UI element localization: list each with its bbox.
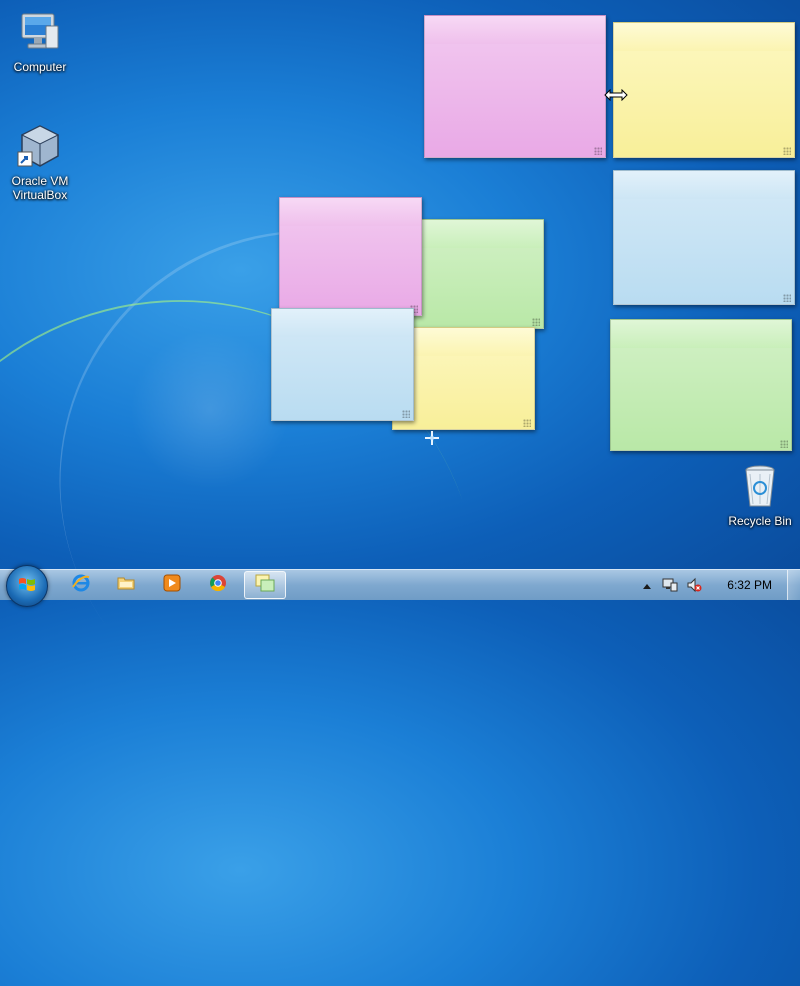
resize-grip-icon[interactable] [402, 410, 410, 418]
internet-explorer-icon [71, 573, 91, 598]
start-button[interactable] [6, 565, 48, 607]
resize-grip-icon[interactable] [523, 419, 531, 427]
move-cursor-icon [424, 430, 440, 446]
sticky-notes-icon [254, 573, 276, 598]
resize-grip-icon[interactable] [780, 440, 788, 448]
sticky-note-pink[interactable] [279, 197, 422, 316]
taskbar-media-player[interactable] [153, 571, 191, 599]
taskbar-windows-explorer[interactable] [107, 571, 145, 599]
resize-grip-icon[interactable] [532, 318, 540, 326]
chrome-icon [208, 573, 228, 598]
sticky-note-blue[interactable] [271, 308, 414, 421]
sticky-note-title-bar[interactable] [611, 320, 791, 348]
desktop-icon-virtualbox[interactable]: Oracle VM VirtualBox [0, 122, 80, 202]
desktop-icon-label: Oracle VM VirtualBox [11, 174, 69, 202]
resize-grip-icon[interactable] [783, 294, 791, 302]
desktop-icon-label: Recycle Bin [728, 514, 792, 528]
show-hidden-icons-arrow[interactable] [642, 579, 652, 593]
media-player-icon [162, 573, 182, 598]
folder-icon [116, 573, 136, 598]
sticky-note-green[interactable] [610, 319, 792, 451]
recycle-bin-icon [736, 462, 784, 510]
taskbar-internet-explorer[interactable] [62, 571, 100, 599]
sticky-note-pink[interactable] [424, 15, 606, 158]
sticky-note-title-bar[interactable] [393, 328, 534, 356]
taskbar-sticky-notes[interactable] [244, 571, 286, 599]
sticky-note-title-bar[interactable] [425, 16, 605, 44]
desktop-icon-computer[interactable]: Computer [0, 8, 80, 74]
virtualbox-icon [16, 122, 64, 170]
taskbar-chrome[interactable] [199, 571, 237, 599]
clock-time[interactable]: 6:32 PM [727, 578, 772, 592]
network-icon[interactable] [662, 577, 678, 596]
sticky-note-title-bar[interactable] [280, 198, 421, 226]
volume-muted-icon[interactable] [686, 577, 702, 596]
desktop-icon-recycle-bin[interactable]: Recycle Bin [720, 462, 800, 528]
sticky-note-title-bar[interactable] [614, 23, 794, 51]
sticky-note-title-bar[interactable] [403, 220, 543, 248]
sticky-note-yellow[interactable] [613, 22, 795, 158]
resize-grip-icon[interactable] [783, 147, 791, 155]
sticky-note-green[interactable] [402, 219, 544, 329]
resize-cursor-icon [604, 88, 628, 102]
windows-logo-icon [18, 576, 36, 594]
sticky-note-blue[interactable] [613, 170, 795, 305]
taskbar: 6:32 PM [0, 565, 800, 607]
sticky-note-title-bar[interactable] [614, 171, 794, 199]
resize-grip-icon[interactable] [594, 147, 602, 155]
desktop-icon-label: Computer [13, 60, 67, 74]
sticky-note-title-bar[interactable] [272, 309, 413, 337]
computer-icon [16, 8, 64, 56]
system-tray: 6:32 PM [630, 570, 800, 600]
show-desktop-button[interactable] [787, 570, 800, 600]
